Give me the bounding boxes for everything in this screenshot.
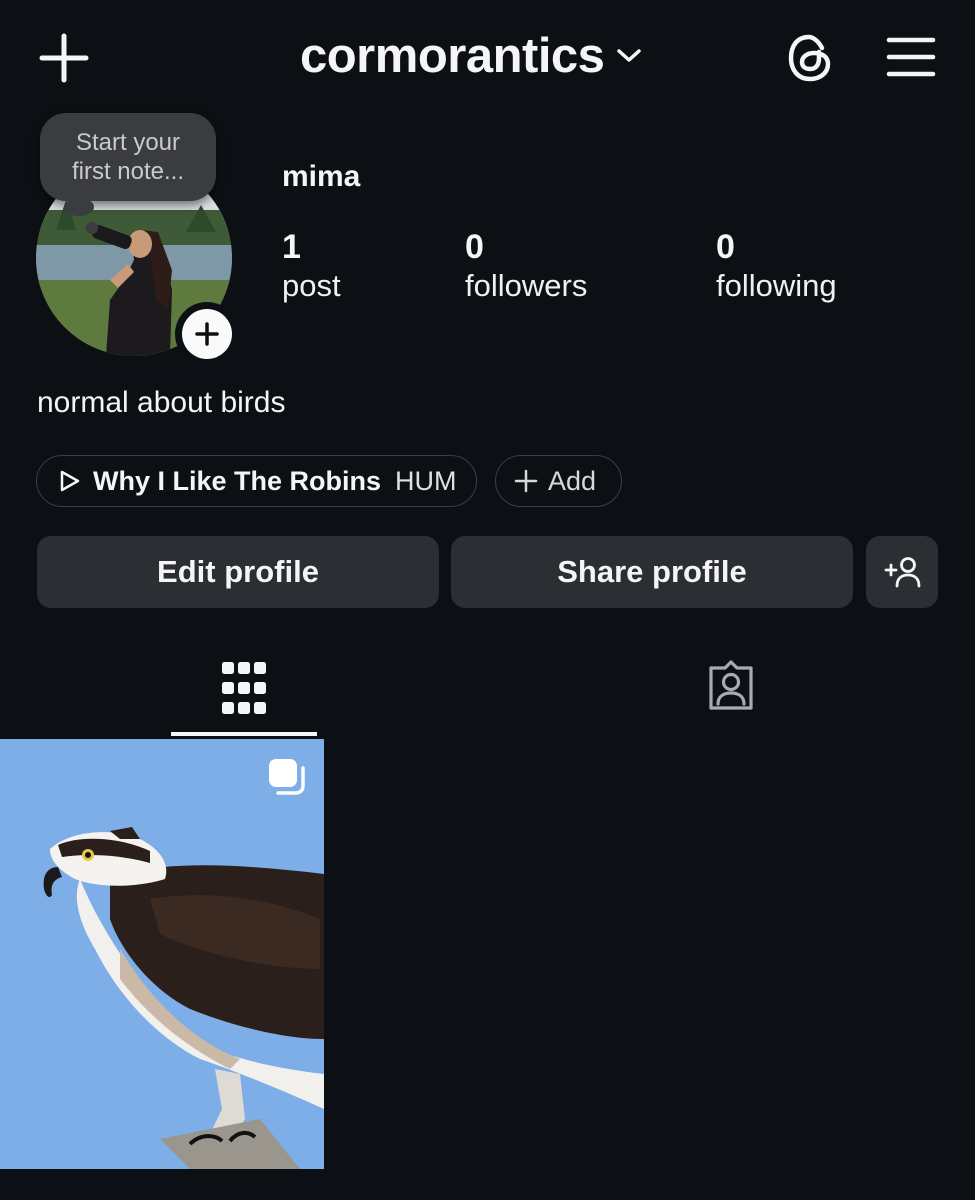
plus-icon [195,322,219,346]
add-label: Add [548,465,597,496]
add-story-circle [182,309,232,359]
grid-icon [222,662,266,714]
note-placeholder-line1: Start your [75,129,181,156]
stat-value: 1 [282,228,301,266]
active-tab-indicator [171,732,317,736]
stat-label: followers [465,268,588,303]
carousel-icon [266,756,308,798]
stat-posts[interactable]: 1 post [282,228,341,306]
stat-label: following [716,268,837,303]
tab-tagged[interactable] [658,650,804,736]
osprey-photo [0,739,324,1169]
threads-button[interactable] [782,30,838,86]
profile-music-pill[interactable]: Why I Like The Robins HUM [36,455,477,507]
stat-label: post [282,268,341,303]
note-placeholder-line2: first note... [71,158,185,185]
new-post-button[interactable] [36,30,92,86]
menu-button[interactable] [886,34,936,80]
post-thumbnail[interactable] [0,739,324,1169]
play-icon [60,470,80,492]
plus-icon [514,469,538,493]
stat-value: 0 [716,228,735,266]
account-switcher[interactable]: cormorantics [300,28,642,84]
stat-followers[interactable]: 0 followers [465,228,587,306]
add-story-button[interactable] [175,302,239,366]
music-artist: HUM [395,465,457,496]
note-bubble-tail [64,198,94,216]
share-profile-button[interactable]: Share profile [451,536,853,608]
chevron-down-icon [617,49,642,62]
stat-following[interactable]: 0 following [716,228,837,306]
stat-value: 0 [465,228,484,266]
tab-posts-grid[interactable] [171,650,317,736]
plus-icon [39,33,89,83]
note-bubble[interactable]: Start your first note... [40,113,216,201]
tagged-person-icon [709,660,753,710]
display-name: mima [282,160,361,193]
threads-icon [788,34,831,82]
edit-profile-button[interactable]: Edit profile [37,536,439,608]
username: cormorantics [300,29,605,83]
music-title: Why I Like The Robins [93,465,382,496]
discover-people-button[interactable] [866,536,938,608]
bio: normal about birds [37,386,286,419]
add-person-icon [884,557,921,588]
note-bubble-tail-dot [86,222,98,234]
add-link-pill[interactable]: Add [495,455,622,507]
hamburger-menu-icon [886,37,936,77]
